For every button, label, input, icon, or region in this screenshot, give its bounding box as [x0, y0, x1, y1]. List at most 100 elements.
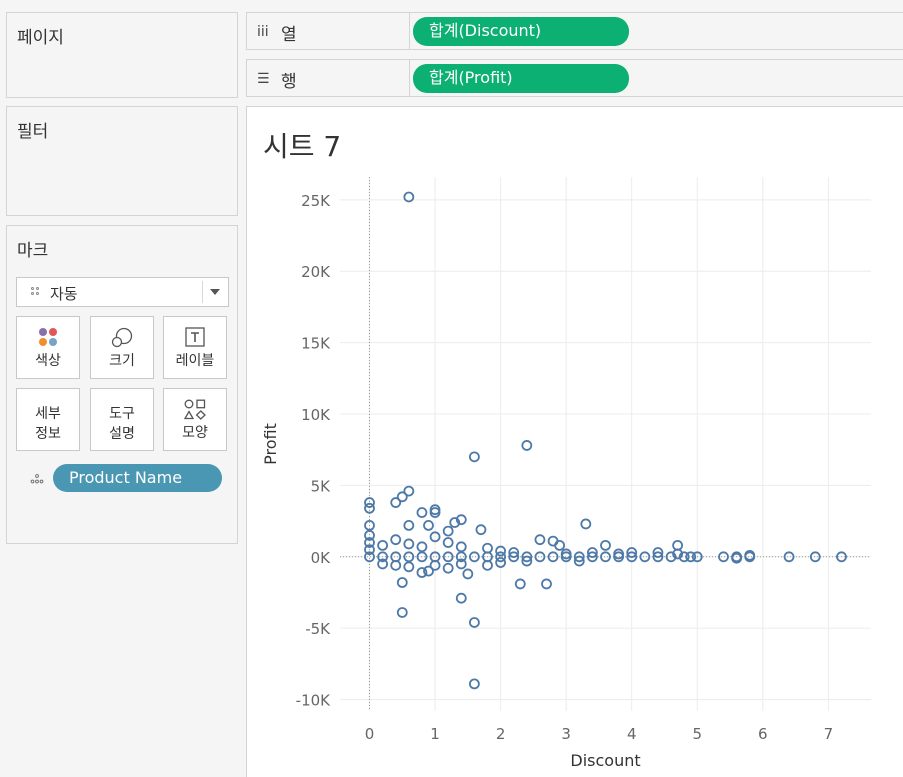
- y-tick-label: -10K: [296, 692, 331, 710]
- scatter-point[interactable]: [547, 535, 559, 547]
- x-tick-label: 2: [496, 725, 506, 743]
- x-tick-label: 1: [430, 725, 440, 743]
- size-button[interactable]: 크기: [90, 316, 154, 379]
- automatic-mark-icon: [31, 287, 41, 297]
- columns-label: 열: [281, 25, 297, 45]
- scatter-point[interactable]: [396, 607, 408, 618]
- product-name-pill[interactable]: Product Name: [53, 464, 222, 492]
- scatter-point[interactable]: [468, 678, 480, 690]
- scatter-point[interactable]: [482, 542, 493, 554]
- scatter-point[interactable]: [403, 561, 415, 573]
- rows-shelf-header: ☰ 행: [247, 60, 410, 96]
- scatter-point[interactable]: [442, 525, 454, 537]
- label-button[interactable]: 레이블: [163, 316, 227, 379]
- scatter-point[interactable]: [390, 497, 402, 508]
- scatter-point[interactable]: [475, 524, 487, 536]
- scatter-point[interactable]: [468, 451, 480, 463]
- filters-title: 필터: [17, 122, 49, 142]
- scatter-point[interactable]: [482, 559, 493, 571]
- scatter-point[interactable]: [534, 534, 546, 546]
- y-tick-label: 20K: [301, 263, 331, 281]
- scatter-point[interactable]: [403, 519, 415, 531]
- scatter-point[interactable]: [554, 539, 566, 551]
- columns-icon: iii: [257, 24, 269, 40]
- tableau-worksheet: 페이지 필터 마크 자동 색상 크기 레이블 세부 정보 도구 설명 모양 Pr…: [0, 0, 903, 777]
- tooltip-button[interactable]: 도구 설명: [90, 388, 154, 451]
- shape-icon: [183, 399, 206, 420]
- shape-button[interactable]: 모양: [163, 388, 227, 451]
- detail-label-line1: 세부: [35, 406, 61, 422]
- size-label: 크기: [109, 353, 135, 369]
- pages-title: 페이지: [17, 28, 64, 48]
- tooltip-label: 도구 설명: [91, 404, 153, 444]
- color-icon: [39, 328, 57, 346]
- filters-card[interactable]: 필터: [6, 106, 238, 216]
- scatter-chart[interactable]: 0 1 2 3 4 5 6 7 -10K -5K 0K 5K 10K 15K 20K 25K Discount…: [247, 107, 903, 777]
- x-tick-label: 7: [824, 725, 834, 743]
- detail-button[interactable]: 세부 정보: [16, 388, 80, 451]
- x-tick-label: 6: [758, 725, 768, 743]
- sheet-title[interactable]: 시트 7: [263, 125, 341, 165]
- y-tick-label: 25K: [301, 192, 331, 210]
- scatter-point[interactable]: [423, 519, 434, 531]
- columns-shelf-header: iii 열: [247, 13, 410, 49]
- mark-type-dropdown[interactable]: 자동: [16, 277, 229, 307]
- label-label: 레이블: [175, 353, 215, 369]
- x-axis-title[interactable]: Discount: [570, 751, 640, 770]
- y-tick-label: 15K: [301, 335, 331, 353]
- detail-label: 세부 정보: [17, 404, 79, 444]
- x-tick-label: 4: [627, 725, 637, 743]
- y-tick-label: -5K: [305, 620, 331, 638]
- rows-shelf[interactable]: ☰ 행 합계(Profit): [246, 59, 903, 97]
- scatter-point[interactable]: [672, 539, 684, 551]
- mark-type-label: 자동: [50, 285, 78, 303]
- chevron-down-icon[interactable]: [210, 289, 220, 295]
- scatter-point[interactable]: [514, 578, 526, 590]
- color-button[interactable]: 색상: [16, 316, 80, 379]
- label-icon: [185, 327, 205, 347]
- discount-pill[interactable]: 합계(Discount): [413, 17, 629, 46]
- worksheet-view: 시트 7 0 1 2 3 4 5 6 7 -10K -5K 0K 5K 10K 15K 20K 25K Dis…: [246, 106, 903, 777]
- tooltip-label-line1: 도구: [109, 406, 135, 422]
- scatter-point[interactable]: [390, 534, 402, 546]
- pages-card[interactable]: 페이지: [6, 12, 238, 98]
- scatter-point[interactable]: [541, 578, 552, 590]
- y-tick-label: 0K: [311, 549, 332, 567]
- x-tick-label: 5: [693, 725, 703, 743]
- size-icon: [111, 327, 133, 348]
- axis-layer: 0 1 2 3 4 5 6 7 -10K -5K 0K 5K 10K 15K 20K 25K: [296, 192, 834, 743]
- scatter-point[interactable]: [455, 541, 467, 553]
- profit-pill[interactable]: 합계(Profit): [413, 64, 629, 93]
- scatter-point[interactable]: [455, 592, 467, 604]
- scatter-point[interactable]: [416, 507, 428, 518]
- rows-label: 행: [281, 72, 297, 92]
- scatter-point[interactable]: [468, 617, 480, 628]
- y-axis-title[interactable]: Profit: [261, 423, 280, 465]
- y-tick-label: 10K: [301, 406, 331, 424]
- scatter-point[interactable]: [580, 518, 592, 530]
- points-layer: [364, 191, 847, 690]
- detail-dots-icon: [30, 474, 44, 484]
- scatter-point[interactable]: [462, 568, 474, 580]
- scatter-point[interactable]: [600, 539, 611, 551]
- scatter-point[interactable]: [403, 538, 415, 550]
- x-tick-label: 0: [365, 725, 375, 743]
- columns-shelf[interactable]: iii 열 합계(Discount): [246, 12, 903, 50]
- scatter-point[interactable]: [442, 562, 454, 574]
- scatter-point[interactable]: [521, 440, 533, 451]
- scatter-point[interactable]: [390, 559, 402, 571]
- scatter-point[interactable]: [396, 577, 408, 588]
- scatter-point[interactable]: [442, 537, 454, 548]
- scatter-point[interactable]: [377, 539, 389, 551]
- y-tick-label: 5K: [311, 477, 332, 495]
- marks-card: 마크 자동 색상 크기 레이블 세부 정보 도구 설명 모양 Product N…: [6, 225, 238, 544]
- shape-label: 모양: [182, 425, 208, 441]
- color-label: 색상: [35, 353, 61, 369]
- dropdown-divider: [202, 281, 203, 303]
- detail-label-line2: 정보: [35, 426, 61, 442]
- grid-layer: [340, 177, 871, 711]
- scatter-point[interactable]: [416, 541, 428, 553]
- marks-title: 마크: [17, 241, 49, 261]
- rows-icon: ☰: [257, 71, 270, 87]
- x-tick-label: 3: [561, 725, 571, 743]
